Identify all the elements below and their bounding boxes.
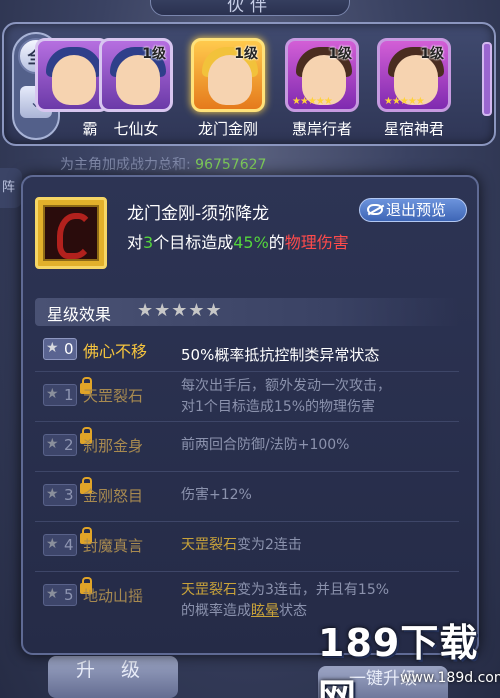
hero-name: 龙门金刚: [197, 120, 258, 138]
star-effect-row: ★ 0 佛心不移 50%概率抵抗控制类异常状态: [35, 332, 459, 372]
hero-card[interactable]: 1级 ★★★★★ 惠岸行者: [282, 38, 362, 142]
side-tab[interactable]: 阵: [0, 168, 22, 208]
hero-stars: ★★★★★: [384, 96, 425, 107]
hero-stars: ★★★★★: [292, 96, 333, 107]
power-value: 96757627: [195, 157, 267, 173]
star-level-badge: ★ 0: [43, 338, 77, 360]
star-icon: ★: [46, 586, 59, 602]
star-effect-row: ★ 2 刹那金身 前两回合防御/法防+100%: [35, 422, 459, 472]
star-icon: ★: [46, 386, 59, 402]
hero-portrait: 1级: [191, 38, 265, 112]
window-title: 伙伴: [150, 0, 350, 16]
hero-name: 星宿神君: [383, 120, 444, 138]
upgrade-button[interactable]: 升 级: [48, 656, 178, 698]
skill-preview-popup: 龙门金刚-须弥降龙 对3个目标造成45%的物理伤害 退出预览 星级效果 ★★★★…: [21, 175, 479, 655]
effect-name: 刹那金身: [83, 437, 144, 455]
hero-card[interactable]: 1级 七仙女: [96, 38, 176, 142]
exit-preview-button[interactable]: 退出预览: [359, 198, 467, 222]
hero-level: 1级: [420, 46, 444, 62]
star-effects-list: ★ 0 佛心不移 50%概率抵抗控制类异常状态 ★ 1 天罡裂石 每次出手后，额…: [35, 332, 459, 638]
star-icon: ★: [46, 340, 59, 356]
effect-text: 前两回合防御/法防+100%: [181, 437, 350, 453]
star-effects-title: 星级效果: [47, 305, 112, 324]
hero-card[interactable]: 1级 ★★★★★ 星宿神君: [374, 38, 454, 142]
effect-text: 天罡裂石变为2连击: [181, 537, 302, 553]
hero-name: 七仙女: [113, 120, 159, 138]
effect-name: 天罡裂石: [83, 387, 144, 405]
star-effect-row: ★ 3 金刚怒目 伤害+12%: [35, 472, 459, 522]
hero-level: 1级: [142, 46, 166, 62]
effect-name: 佛心不移: [83, 342, 148, 361]
skill-icon: [35, 197, 107, 269]
hero-name: 惠岸行者: [291, 120, 352, 138]
effect-name: 金刚怒目: [83, 487, 144, 505]
star-icon: ★: [46, 436, 59, 452]
star-icon: ★: [46, 536, 59, 552]
hero-selector-strip: 全 ⌄ 霸 1级 七仙女 1级 龙门金刚 1级 ★★★★★ 惠岸行者: [2, 22, 496, 146]
star-rating: ★★★★★: [137, 300, 223, 321]
star-level-badge: ★ 4: [43, 527, 92, 556]
star-effect-row: ★ 1 天罡裂石 每次出手后，额外发动一次攻击， 对1个目标造成15%的物理伤害: [35, 372, 459, 422]
star-level-badge: ★ 2: [43, 427, 92, 456]
effect-text: 每次出手后，额外发动一次攻击， 对1个目标造成15%的物理伤害: [181, 378, 391, 415]
star-level-badge: ★ 3: [43, 477, 92, 506]
star-level-badge: ★ 5: [43, 577, 92, 606]
hero-level: 1级: [234, 46, 258, 62]
star-effect-row: ★ 4 封魔真言 天罡裂石变为2连击: [35, 522, 459, 572]
star-level-badge: ★ 1: [43, 377, 92, 406]
effect-text: 50%概率抵抗控制类异常状态: [181, 346, 380, 364]
next-hero-card-partial[interactable]: [482, 42, 492, 116]
hero-level: 1级: [328, 46, 352, 62]
effect-name: 封魔真言: [83, 537, 144, 555]
skill-description: 对3个目标造成45%的物理伤害: [127, 233, 349, 252]
power-summary: 为主角加成战力总和: 96757627: [60, 157, 267, 173]
eye-off-icon: [367, 204, 383, 215]
hero-portrait: 1级 ★★★★★: [377, 38, 451, 112]
hero-portrait: 1级 ★★★★★: [285, 38, 359, 112]
star-effects-header: 星级效果 ★★★★★: [35, 298, 459, 326]
dragon-icon: [57, 213, 93, 259]
effect-text: 伤害+12%: [181, 487, 252, 503]
hero-card-selected[interactable]: 1级 龙门金刚: [188, 38, 268, 142]
effect-name: 地动山摇: [83, 587, 144, 605]
hero-portrait: 1级: [99, 38, 173, 112]
skill-title: 龙门金刚-须弥降龙: [127, 204, 270, 224]
site-watermark-url: www.189d.com: [400, 670, 500, 686]
star-icon: ★: [46, 486, 59, 502]
